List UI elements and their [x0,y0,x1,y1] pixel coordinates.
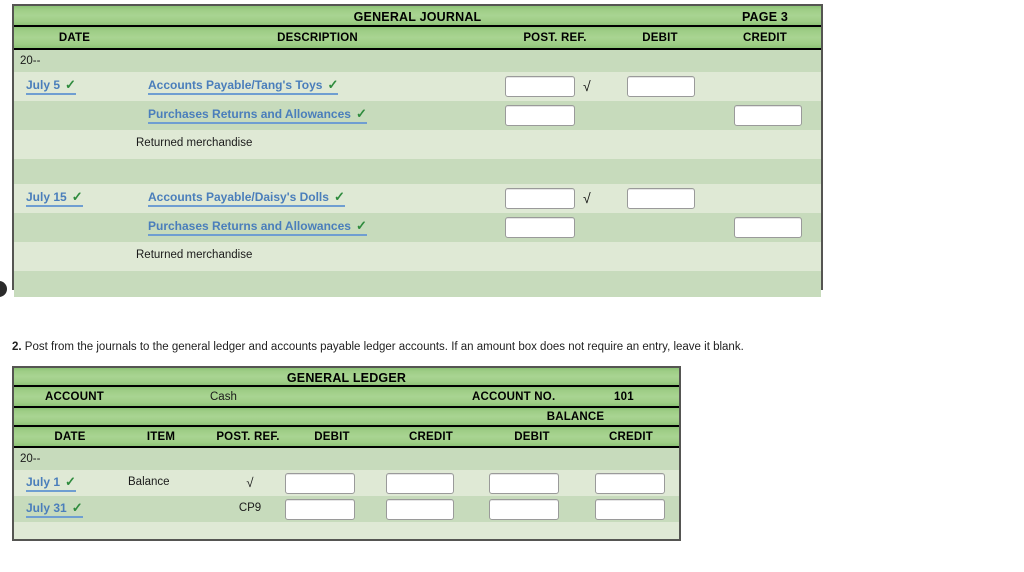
check-icon: ✓ [355,106,367,121]
journal-description-text: Purchases Returns and Allowances [148,219,351,233]
ledger-title-band: GENERAL LEDGER [14,368,679,387]
journal-post-ref-tick: √ [583,190,591,206]
journal-row: Purchases Returns and Allowances ✓ [14,213,821,242]
journal-row: Returned merchandise [14,130,821,159]
journal-col-post-ref: POST. REF. [523,32,587,44]
ledger-date-text: July 1 [26,475,61,489]
general-journal-table: GENERAL JOURNAL PAGE 3 DATE DESCRIPTION … [12,4,823,297]
ledger-title: GENERAL LEDGER [286,371,407,385]
ledger-year-row: 20-- [14,448,679,470]
check-icon: ✓ [333,189,345,204]
ledger-account-no-label: ACCOUNT NO. [472,391,556,403]
journal-post-ref-input[interactable] [505,105,575,126]
check-icon: ✓ [71,189,83,204]
ledger-column-header-row: DATE ITEM POST. REF. DEBIT CREDIT DEBIT … [14,427,679,448]
journal-row: Purchases Returns and Allowances ✓ [14,101,821,130]
journal-description-text: Purchases Returns and Allowances [148,107,351,121]
ledger-col-post-ref: POST. REF. [216,431,280,443]
ledger-date-link[interactable]: July 1 ✓ [26,475,76,492]
journal-post-ref-input[interactable] [505,188,575,209]
journal-memo-text: Returned merchandise [136,137,253,149]
journal-col-date: DATE [58,32,91,44]
ledger-row: July 31 ✓ CP9 [14,496,679,522]
ledger-balance-debit-input[interactable] [489,499,559,520]
journal-spacer-row [14,271,821,297]
journal-description-link[interactable]: Purchases Returns and Allowances ✓ [148,107,367,124]
journal-title: GENERAL JOURNAL [353,10,482,24]
journal-col-description: DESCRIPTION [277,32,358,44]
journal-page-label: PAGE 3 [741,10,789,24]
journal-spacer-row [14,159,821,184]
journal-post-ref-input[interactable] [505,76,575,97]
ledger-col-date: DATE [54,431,86,443]
ledger-account-no-value: 101 [614,391,634,403]
journal-date-link[interactable]: July 5 ✓ [26,78,76,95]
instruction-line: 2. Post from the journals to the general… [12,341,744,354]
general-ledger-table: GENERAL LEDGER ACCOUNT Cash ACCOUNT NO. … [12,366,681,541]
ledger-account-name: Cash [210,391,237,403]
ledger-date-link[interactable]: July 31 ✓ [26,501,83,518]
journal-memo-text: Returned merchandise [136,249,253,261]
check-icon: ✓ [65,474,76,489]
ledger-col-debit: DEBIT [314,431,350,443]
check-icon: ✓ [355,218,367,233]
ledger-debit-input[interactable] [285,499,355,520]
ledger-col-credit: CREDIT [408,431,453,443]
journal-column-header-row: DATE DESCRIPTION POST. REF. DEBIT CREDIT [14,27,821,50]
ledger-balance-credit-input[interactable] [595,499,665,520]
journal-row: July 15 ✓ Accounts Payable/Daisy's Dolls ✓… [14,184,821,213]
journal-debit-input[interactable] [627,76,695,97]
ledger-balance-credit-input[interactable] [595,473,665,494]
ledger-balance-label: BALANCE [546,411,605,423]
ledger-year-label: 20-- [20,453,41,465]
journal-post-ref-tick: √ [583,78,591,94]
check-icon: ✓ [65,77,76,92]
journal-credit-input[interactable] [734,105,802,126]
ledger-account-band: ACCOUNT Cash ACCOUNT NO. 101 [14,387,679,408]
journal-col-credit: CREDIT [742,32,787,44]
journal-description-link[interactable]: Purchases Returns and Allowances ✓ [148,219,367,236]
instruction-text: Post from the journals to the general le… [24,341,744,353]
ledger-account-label: ACCOUNT [45,391,104,403]
journal-title-band: GENERAL JOURNAL PAGE 3 [14,6,821,27]
ledger-date-text: July 31 [26,501,67,515]
journal-date-text: July 15 [26,190,67,204]
instruction-number: 2. [12,341,22,353]
ledger-row: July 1 ✓ Balance √ [14,470,679,496]
check-icon: ✓ [71,500,83,515]
journal-year-row: 20-- [14,50,821,72]
journal-date-text: July 5 [26,78,61,92]
ledger-item-text: Balance [128,476,170,488]
journal-description-text: Accounts Payable/Tang's Toys [148,78,323,92]
journal-post-ref-input[interactable] [505,217,575,238]
ledger-debit-input[interactable] [285,473,355,494]
journal-description-text: Accounts Payable/Daisy's Dolls [148,190,329,204]
journal-description-link[interactable]: Accounts Payable/Daisy's Dolls ✓ [148,190,345,207]
ledger-balance-debit-input[interactable] [489,473,559,494]
journal-year-label: 20-- [20,55,41,67]
ledger-post-ref-text: √ [246,475,254,490]
journal-description-link[interactable]: Accounts Payable/Tang's Toys ✓ [148,77,339,95]
ledger-credit-input[interactable] [386,473,454,494]
page-edge-artifact [0,281,7,297]
journal-row: Returned merchandise [14,242,821,271]
ledger-balance-band: BALANCE [14,408,679,427]
journal-row: July 5 ✓ Accounts Payable/Tang's Toys ✓ √ [14,72,821,101]
check-icon: ✓ [327,77,339,92]
journal-date-link[interactable]: July 15 ✓ [26,190,83,207]
ledger-col-item: ITEM [146,431,176,443]
ledger-post-ref-text: CP9 [238,502,262,514]
ledger-col-balance-credit: CREDIT [608,431,653,443]
journal-col-debit: DEBIT [642,32,678,44]
journal-credit-input[interactable] [734,217,802,238]
ledger-col-balance-debit: DEBIT [514,431,550,443]
journal-debit-input[interactable] [627,188,695,209]
ledger-credit-input[interactable] [386,499,454,520]
